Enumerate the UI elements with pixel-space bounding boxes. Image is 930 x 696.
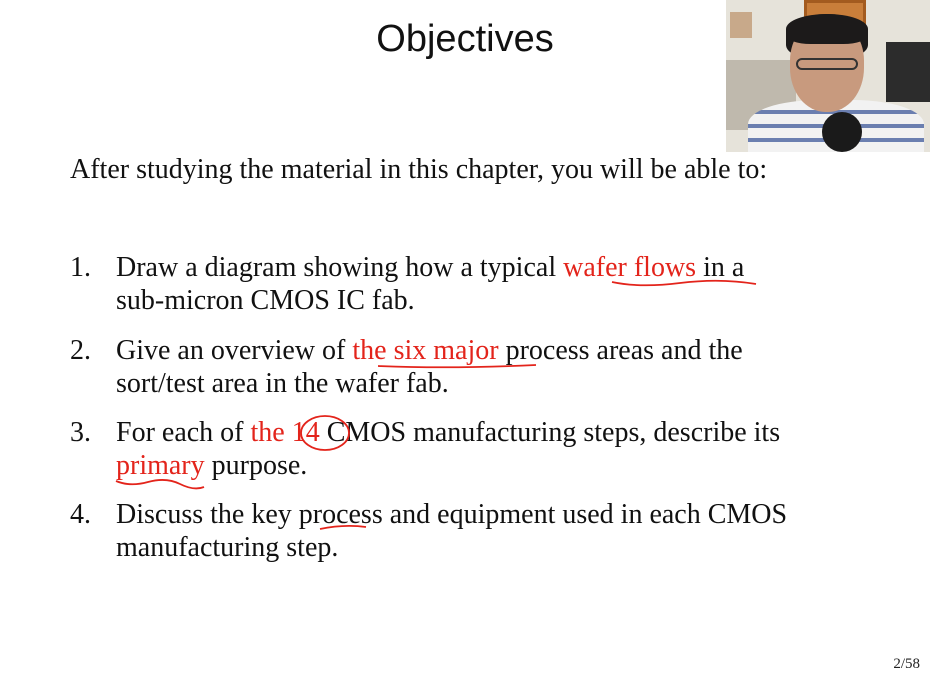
objective-number: 2.: [70, 335, 91, 366]
objective-number: 1.: [70, 252, 91, 283]
objective-text-part: process areas and the: [498, 335, 743, 366]
highlighted-phrase: wafer flows: [563, 252, 697, 283]
objective-text-part: Draw a diagram showing how a typical: [116, 252, 564, 283]
objective-text-line2: sub-micron CMOS IC fab.: [116, 285, 415, 316]
highlighted-phrase: the 14: [250, 417, 320, 448]
objective-number: 4.: [70, 499, 91, 530]
objective-text: Discuss the key process and equipment us…: [116, 498, 876, 564]
highlighted-phrase: primary: [116, 450, 205, 481]
objective-text-line2: manufacturing step.: [116, 532, 339, 563]
objective-text: Give an overview of the six major proces…: [116, 334, 876, 400]
objective-text: Draw a diagram showing how a typical waf…: [116, 251, 876, 317]
highlighted-phrase: the six major: [352, 335, 499, 366]
objective-text-line2: sort/test area in the wafer fab.: [116, 368, 449, 399]
objective-text-part: Give an overview of: [116, 335, 353, 366]
objective-text-part: in a: [696, 252, 745, 283]
objective-text: For each of the 14 CMOS manufacturing st…: [116, 416, 876, 482]
page-number: 2/58: [893, 656, 920, 672]
objective-text-line1: Discuss the key process and equipment us…: [116, 499, 788, 530]
objective-text-part: CMOS manufacturing steps, describe its: [319, 417, 781, 448]
intro-text: After studying the material in this chap…: [70, 154, 768, 185]
webcam-overlay: [726, 0, 930, 152]
objective-text-part: purpose.: [204, 450, 308, 481]
objective-text-part: For each of: [116, 417, 251, 448]
objective-number: 3.: [70, 417, 91, 448]
